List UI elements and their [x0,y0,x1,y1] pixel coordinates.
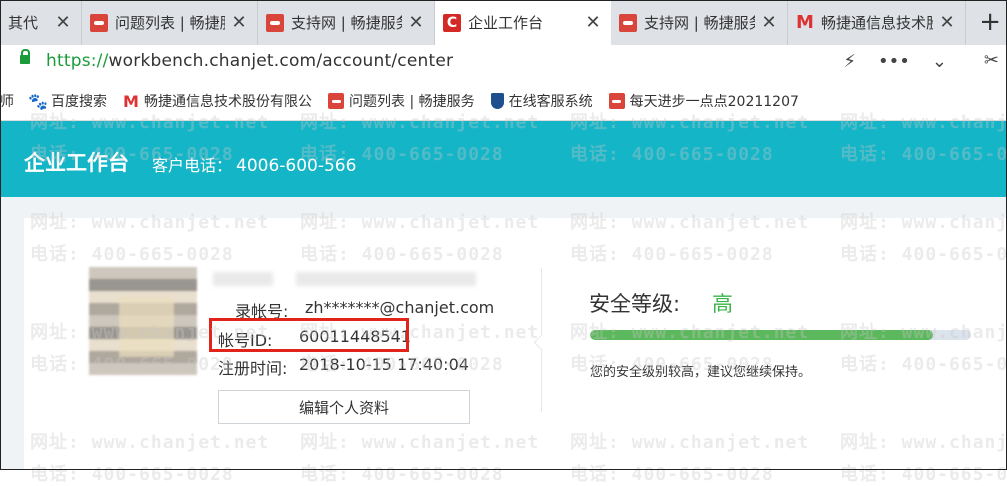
url-text[interactable]: https://workbench.chanjet.com/account/ce… [46,51,453,71]
browser-tab[interactable]: M 畅捷通信息技术股 ✕ [788,0,966,45]
security-level-value: 高 [712,292,733,316]
bookmark-item[interactable]: 问题列表 | 畅捷服务 [328,91,475,111]
close-icon[interactable]: ✕ [585,12,601,33]
bookmark-label: 畅捷通信息技术股份有限公 [144,94,312,110]
bookmark-item[interactable]: 师 [0,91,14,111]
close-icon[interactable]: ✕ [55,12,71,33]
browser-tab-strip: 其代 ✕ 问题列表 | 畅捷服 ✕ 支持网 | 畅捷服务 ✕ C 企业工作台 ✕… [0,0,1007,45]
edit-profile-button[interactable]: 编辑个人资料 [218,390,470,424]
security-note: 您的安全级别较高，建议您继续保持。 [590,365,812,380]
chanjet-service-icon [608,93,625,109]
bookmarks-bar: 师 🐾 百度搜索 M 畅捷通信息技术股份有限公 问题列表 | 畅捷服务 在线客服系统… [0,82,1007,121]
chevron-down-icon[interactable]: ⌄ [932,51,947,72]
tab-title: 问题列表 | 畅捷服 [115,14,225,32]
tab-title: 畅捷通信息技术股 [821,14,933,32]
close-icon[interactable]: ✕ [408,12,424,33]
url-host: workbench.chanjet.com [108,51,317,71]
close-icon[interactable]: ✕ [231,12,247,33]
chanjet-service-icon [619,13,637,32]
tab-title: 企业工作台 [468,14,544,32]
phone-number: 4006-600-566 [236,156,357,176]
tab-title: 支持网 | 畅捷服务 [644,14,755,32]
login-account-value: zh*******@chanjet.com [305,298,495,317]
lock-icon [20,49,30,64]
redacted-text [213,272,273,286]
bookmark-label: 百度搜索 [51,94,107,110]
tab-title: 其代 [8,14,39,32]
browser-tab[interactable]: 支持网 | 畅捷服务 ✕ [611,0,788,45]
close-icon[interactable]: ✕ [761,12,777,33]
bookmark-label: 问题列表 | 畅捷服务 [349,94,475,110]
chanjet-c-logo-icon: C [443,13,461,32]
register-time-label: 注册时间: [218,359,288,378]
shield-icon [490,93,504,109]
phone-label: 客户电话： [152,156,233,175]
url-path: /account/center [316,51,454,71]
browser-tab-active[interactable]: C 企业工作台 ✕ [435,0,611,45]
url-protocol: https:// [46,51,109,71]
bookmark-label: 在线客服系统 [508,94,593,110]
bookmark-item[interactable]: 🐾 百度搜索 [28,91,107,111]
customer-phone: 客户电话： 4006-600-566 [152,152,356,176]
avatar [89,267,197,375]
bookmark-item[interactable]: M 畅捷通信息技术股份有限公 [123,91,312,111]
redacted-text [296,272,476,286]
bookmark-label: 每天进步一点点20211207 [629,94,799,110]
app-title[interactable]: 企业工作台 [24,147,129,177]
chanjet-m-logo-icon: M [123,91,139,111]
close-icon[interactable]: ✕ [939,12,955,33]
security-progress-fill [590,330,933,340]
security-progress-bar [590,330,971,340]
new-tab-icon[interactable]: + [979,7,1001,37]
bookmark-item[interactable]: 在线客服系统 [490,91,593,111]
chanjet-service-icon [90,13,108,32]
bookmark-label: 师 [0,94,14,110]
browser-tab[interactable]: 问题列表 | 畅捷服 ✕ [82,0,258,45]
tab-title: 支持网 | 畅捷服务 [291,14,402,32]
app-header: 企业工作台 客户电话： 4006-600-566 [0,121,1007,197]
browser-tab[interactable]: 支持网 | 畅捷服务 ✕ [258,0,435,45]
security-level-label: 安全等级: [589,292,681,316]
chanjet-service-icon [266,13,284,32]
highlight-box [209,318,409,352]
chanjet-m-logo-icon: M [796,12,814,33]
chanjet-service-icon [328,93,344,109]
address-bar[interactable]: https://workbench.chanjet.com/account/ce… [0,45,1007,83]
baidu-paw-icon: 🐾 [28,91,48,111]
bookmark-item[interactable]: 每天进步一点点20211207 [608,91,799,111]
browser-tab[interactable]: 其代 ✕ [0,0,82,45]
lightning-icon[interactable]: ⚡ [843,51,856,72]
more-icon[interactable]: ••• [878,51,910,72]
scissors-icon[interactable]: ✂ [984,50,999,71]
register-time-value: 2018-10-15 17:40:04 [299,355,469,374]
